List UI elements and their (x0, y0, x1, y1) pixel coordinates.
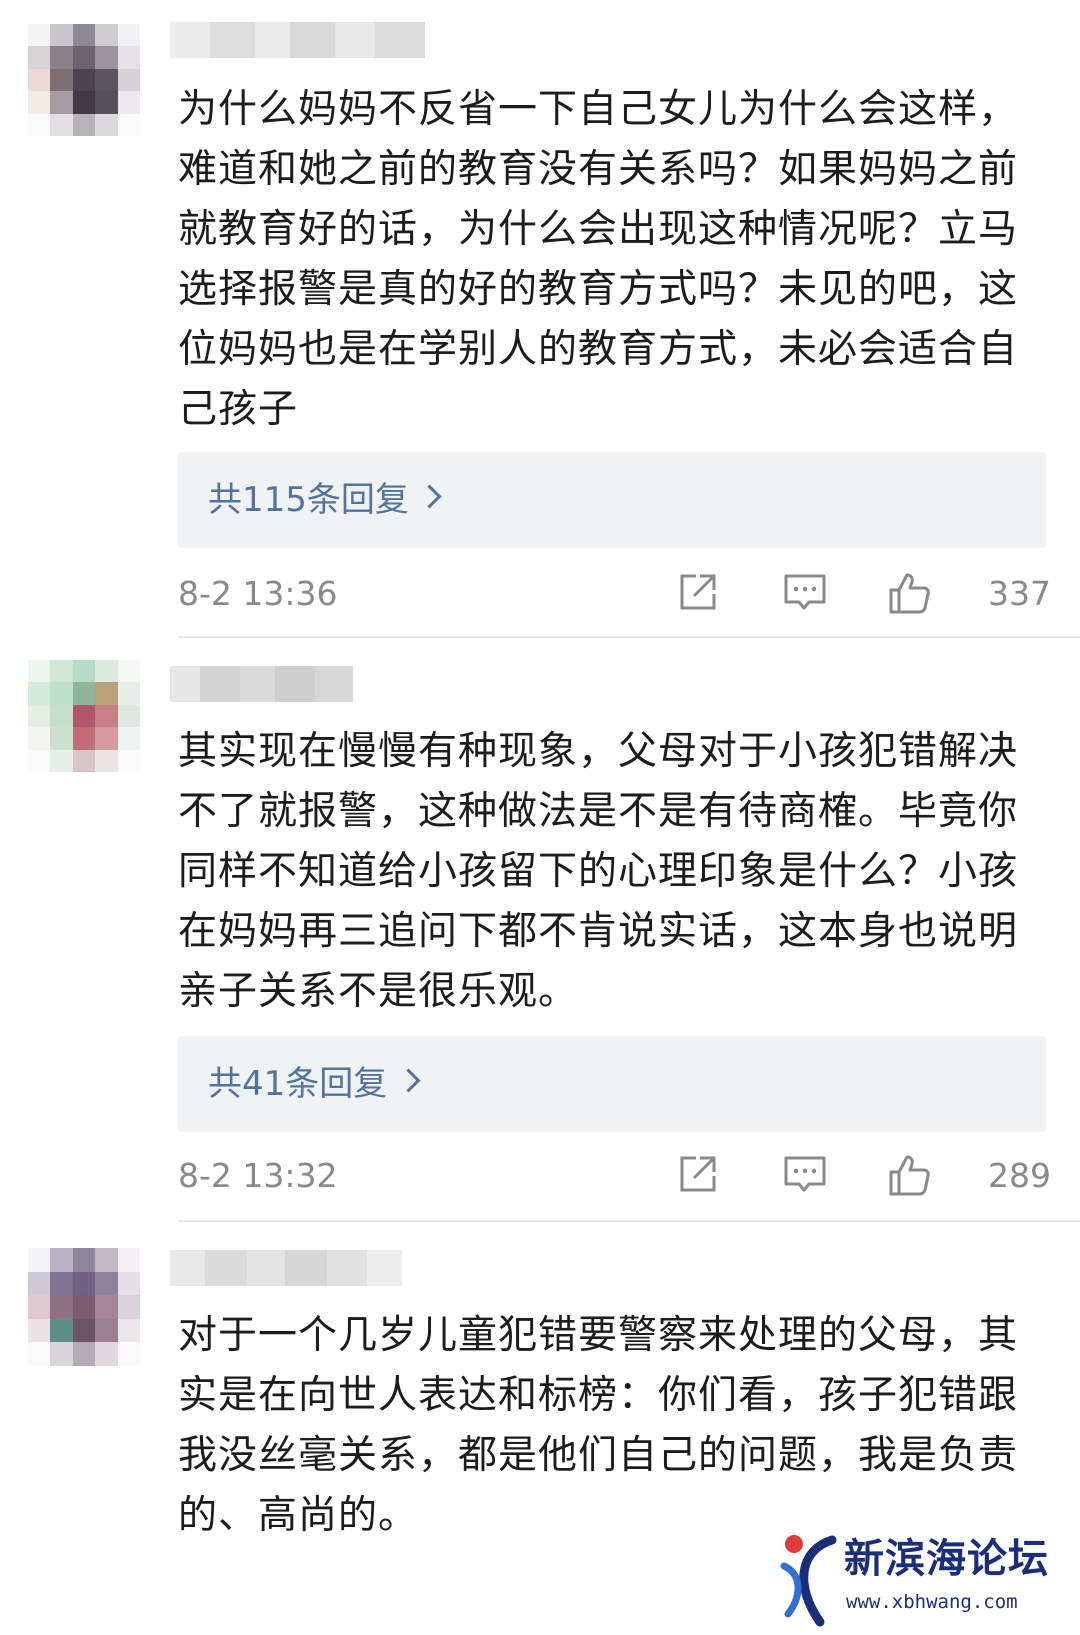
comment-text: 为什么妈妈不反省一下自己女儿为什么会这样，难道和她之前的教育没有关系吗？如果妈妈… (178, 87, 1019, 432)
comment-icon[interactable] (782, 1152, 828, 1196)
like-count: 337 (988, 574, 1051, 613)
comment-meta: 8-2 13:32 289 (178, 1152, 1051, 1202)
like-count: 289 (988, 1156, 1051, 1195)
share-icon[interactable] (676, 570, 720, 614)
view-replies-button[interactable]: 共41条回复 (178, 1036, 1046, 1132)
comment-text: 其实现在慢慢有种现象，父母对于小孩犯错解决不了就报警，这种做法是不是有待商榷。毕… (178, 729, 1019, 1014)
username[interactable] (170, 666, 353, 702)
comment-meta: 8-2 13:36 337 (178, 570, 1051, 620)
watermark-site-url: www.xbhwang.com (846, 1591, 1018, 1613)
comment-text: 对于一个几岁儿童犯错要警察来处理的父母，其实是在向世人表达和标榜：你们看，孩子犯… (178, 1313, 1019, 1538)
site-logo-icon (780, 1535, 837, 1627)
replies-count-label: 共41条回复 (208, 1064, 388, 1104)
avatar[interactable] (28, 660, 140, 772)
avatar[interactable] (28, 1248, 140, 1366)
share-icon[interactable] (676, 1152, 720, 1196)
chevron-right-icon (417, 484, 442, 509)
thumbs-up-icon[interactable] (886, 570, 932, 616)
divider (178, 636, 1080, 638)
watermark-site-name: 新滨海论坛 (844, 1536, 1049, 1582)
avatar[interactable] (28, 24, 140, 136)
view-replies-button[interactable]: 共115条回复 (178, 452, 1046, 548)
replies-count-label: 共115条回复 (208, 480, 409, 520)
timestamp: 8-2 13:32 (178, 1156, 338, 1195)
chevron-right-icon (396, 1068, 421, 1093)
comment-icon[interactable] (782, 570, 828, 614)
watermark-logo: 新滨海论坛 www.xbhwang.com (780, 1530, 1080, 1635)
username[interactable] (170, 1250, 402, 1286)
divider (178, 1220, 1080, 1222)
timestamp: 8-2 13:36 (178, 574, 338, 613)
thumbs-up-icon[interactable] (886, 1152, 932, 1198)
username[interactable] (170, 22, 425, 58)
